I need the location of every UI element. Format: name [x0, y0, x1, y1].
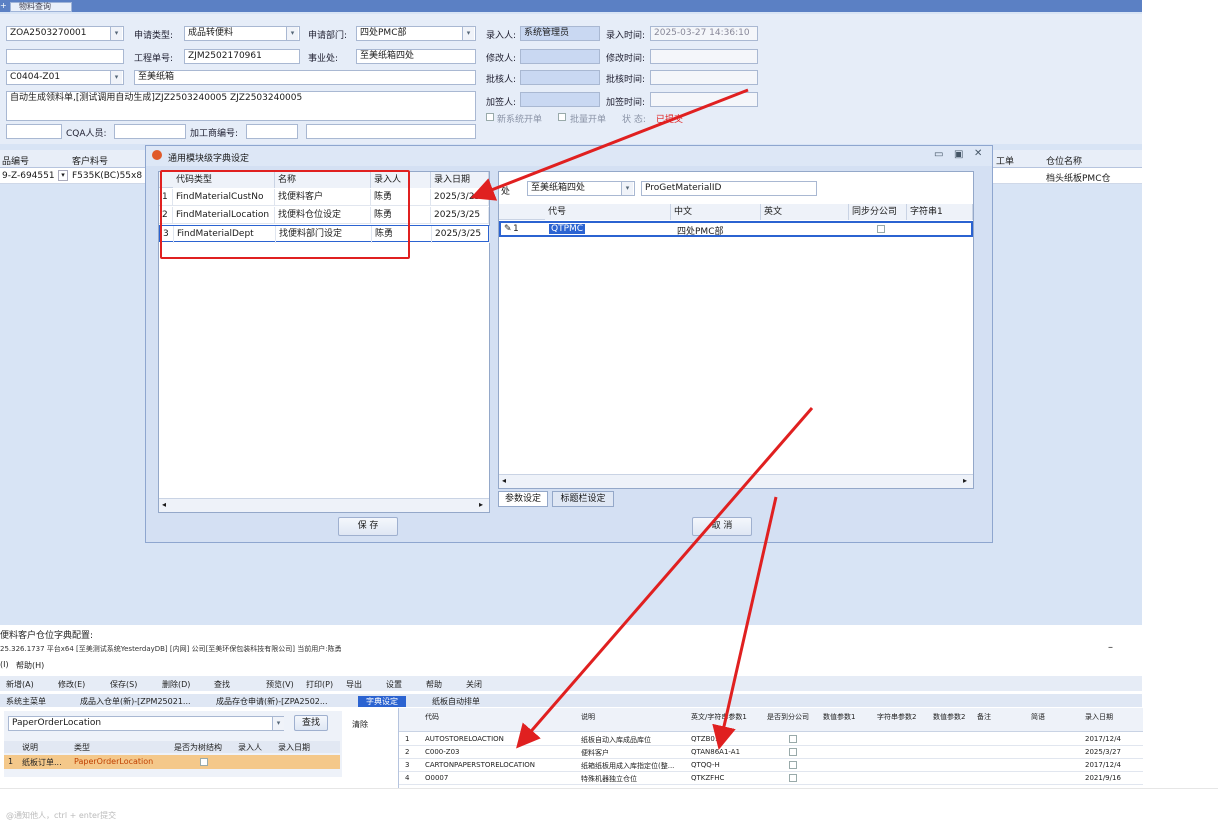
arrow-to-english: [712, 496, 778, 750]
arrow-to-dialog: [470, 88, 749, 201]
arrow-to-code: [516, 407, 814, 749]
annotation-arrows: [470, 88, 814, 750]
separator: [0, 788, 1218, 789]
comment-hint: @通知他人，ctrl + enter提交: [6, 811, 117, 820]
